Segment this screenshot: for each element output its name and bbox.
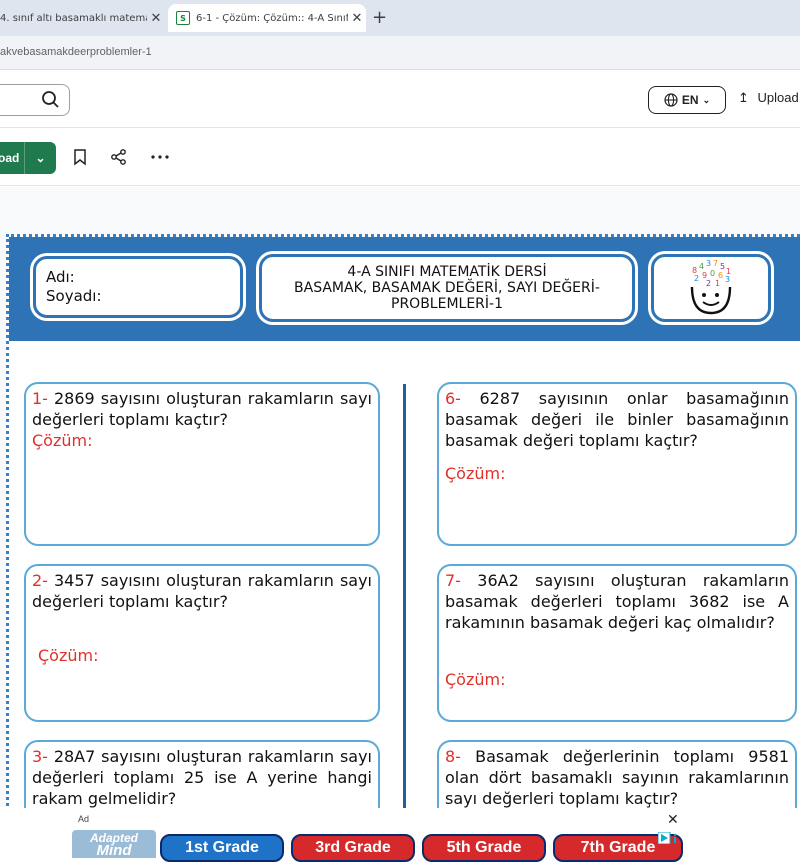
question-text: Basamak değerlerinin toplamı 9581 olan d… bbox=[445, 747, 789, 808]
question-number: 6- bbox=[445, 389, 461, 408]
worksheet-page: Adı: Soyadı: 4-A SINIFI MATEMATİK DERSİ … bbox=[6, 234, 800, 850]
solution-label: Çözüm: bbox=[38, 646, 99, 665]
language-selector[interactable]: EN ⌄ bbox=[648, 86, 726, 114]
question-box-6: 6- 6287 sayısının onlar basamağının basa… bbox=[437, 382, 797, 546]
globe-icon bbox=[664, 93, 678, 107]
svg-text:2: 2 bbox=[706, 279, 711, 288]
url-text[interactable]: akvebasamakdeerproblemler-1 bbox=[0, 46, 152, 58]
svg-text:3: 3 bbox=[706, 259, 711, 268]
tab-2-title: 6-1 - Çözüm: Çözüm:: 4-A Sınıfı bbox=[196, 12, 348, 24]
svg-text:5: 5 bbox=[720, 262, 725, 271]
question-number: 1- bbox=[32, 389, 48, 408]
svg-text:7: 7 bbox=[713, 259, 718, 268]
ad-close-icon[interactable]: ✕ bbox=[667, 812, 679, 828]
ad-label: Ad bbox=[78, 814, 90, 824]
language-label: EN bbox=[681, 93, 699, 107]
question-text: 3457 sayısını oluşturan rakamların sayı … bbox=[32, 571, 373, 611]
title-line-2: BASAMAK, BASAMAK DEĞERİ, SAYI DEĞERİ- bbox=[294, 280, 600, 296]
question-text: 6287 sayısının onlar basamağının basamak… bbox=[445, 389, 789, 450]
document-toolbar: oad ⌄ bbox=[0, 128, 800, 186]
tab-1-close-icon[interactable]: ✕ bbox=[147, 11, 165, 26]
svg-text:2: 2 bbox=[694, 274, 699, 283]
site-header: EN ⌄ ↥ Upload bbox=[0, 70, 800, 128]
upload-label: Upload bbox=[757, 90, 799, 105]
surname-label: Soyadı: bbox=[46, 287, 102, 305]
share-icon[interactable] bbox=[110, 148, 128, 166]
solution-label: Çözüm: bbox=[32, 431, 93, 450]
download-button[interactable]: oad ⌄ bbox=[0, 142, 56, 174]
more-options-icon[interactable] bbox=[150, 154, 170, 160]
smiley-numbers-icon: 8 4 3 7 5 1 2 9 0 6 3 2 1 bbox=[690, 259, 732, 315]
question-box-7: 7- 36A2 sayısını oluşturan rakamların ba… bbox=[437, 564, 797, 722]
search-icon[interactable] bbox=[41, 90, 61, 110]
bookmark-icon[interactable] bbox=[72, 148, 88, 166]
svg-text:3: 3 bbox=[725, 275, 730, 284]
svg-text:0: 0 bbox=[710, 269, 715, 278]
upload-icon: ↥ bbox=[738, 90, 749, 105]
title-line-1: 4-A SINIFI MATEMATİK DERSİ bbox=[347, 264, 547, 280]
question-number: 3- bbox=[32, 747, 48, 766]
document-viewer[interactable]: Adı: Soyadı: 4-A SINIFI MATEMATİK DERSİ … bbox=[0, 187, 800, 850]
question-box-1: 1- 2869 sayısını oluşturan rakamların sa… bbox=[24, 382, 380, 546]
tab-2-close-icon[interactable]: ✕ bbox=[348, 11, 366, 26]
search-input[interactable] bbox=[0, 84, 70, 116]
question-text: 28A7 sayısını oluşturan rakamların sayı … bbox=[32, 747, 372, 808]
student-name-box: Adı: Soyadı: bbox=[33, 256, 243, 318]
browser-tab-1[interactable]: 4. sınıf altı basamaklı matematik ✕ bbox=[0, 4, 165, 32]
download-label: oad bbox=[0, 151, 20, 165]
worksheet-header: Adı: Soyadı: 4-A SINIFI MATEMATİK DERSİ … bbox=[9, 237, 800, 341]
question-number: 7- bbox=[445, 571, 461, 590]
brand-line-2: Mind bbox=[96, 842, 132, 859]
chevron-down-icon: ⌄ bbox=[702, 94, 711, 105]
solution-label: Çözüm: bbox=[445, 670, 506, 689]
browser-tab-bar: 4. sınıf altı basamaklı matematik ✕ S 6-… bbox=[0, 0, 800, 36]
svg-text:1: 1 bbox=[715, 279, 720, 288]
browser-tab-2[interactable]: S 6-1 - Çözüm: Çözüm:: 4-A Sınıfı ✕ bbox=[168, 4, 366, 32]
address-bar[interactable]: akvebasamakdeerproblemler-1 bbox=[0, 36, 800, 70]
tab-1-title: 4. sınıf altı basamaklı matematik bbox=[0, 12, 147, 24]
name-label: Adı: bbox=[46, 268, 75, 286]
svg-text:4: 4 bbox=[699, 262, 704, 271]
column-divider bbox=[403, 384, 406, 844]
ad-banner[interactable]: Ad ✕ Adapted Mind 1st Grade 3rd Grade 5t… bbox=[0, 808, 800, 862]
question-text: 36A2 sayısını oluşturan rakamların basam… bbox=[445, 571, 789, 632]
new-tab-button[interactable]: + bbox=[372, 7, 387, 28]
question-number: 8- bbox=[445, 747, 461, 766]
chevron-down-icon[interactable]: ⌄ bbox=[25, 151, 56, 165]
question-box-2: 2- 3457 sayısını oluşturan rakamların sa… bbox=[24, 564, 380, 722]
sheets-favicon-icon: S bbox=[176, 11, 190, 25]
title-line-3: PROBLEMLERİ-1 bbox=[391, 296, 503, 312]
question-text: 2869 sayısını oluşturan rakamların sayı … bbox=[32, 389, 373, 429]
question-number: 2- bbox=[32, 571, 48, 590]
upload-button[interactable]: ↥ Upload bbox=[738, 90, 799, 106]
adchoices-icon[interactable] bbox=[658, 832, 680, 844]
solution-label: Çözüm: bbox=[445, 464, 506, 483]
ad-brand-logo[interactable]: Adapted Mind bbox=[72, 830, 156, 858]
smiley-logo-box: 8 4 3 7 5 1 2 9 0 6 3 2 1 bbox=[651, 254, 771, 322]
worksheet-title-box: 4-A SINIFI MATEMATİK DERSİ BASAMAK, BASA… bbox=[259, 254, 635, 322]
